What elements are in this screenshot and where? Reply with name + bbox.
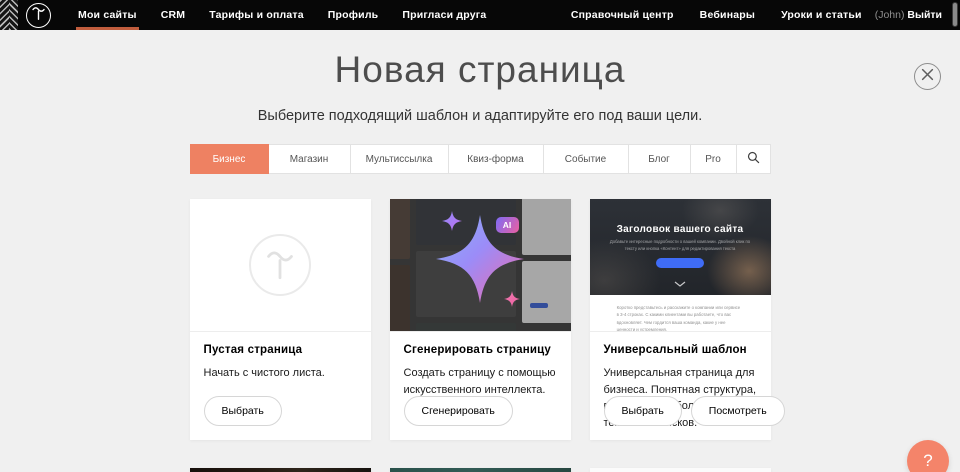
- close-icon: [921, 68, 934, 86]
- nav-item-crm[interactable]: CRM: [149, 0, 198, 30]
- user-name: (John): [875, 9, 905, 21]
- view-button[interactable]: Посмотреть: [691, 396, 785, 426]
- card-title: Пустая страница: [204, 344, 357, 356]
- card-description: Начать с чистого листа.: [204, 365, 357, 382]
- template-card-blank-page[interactable]: Пустая страница Начать с чистого листа. …: [190, 199, 371, 440]
- nav-item-help-center[interactable]: Справочный центр: [558, 0, 687, 30]
- preview-cta-button: [656, 258, 704, 268]
- card-actions: Сгенерировать: [404, 396, 513, 426]
- template-card-ai-generate[interactable]: AI Сгенерировать страницу Создать страни…: [390, 199, 571, 440]
- tab-store[interactable]: Магазин: [269, 145, 351, 173]
- template-preview: [390, 468, 571, 472]
- nav-item-profile[interactable]: Профиль: [316, 0, 391, 30]
- sparkle-small-icon: [504, 291, 520, 312]
- template-preview: [190, 468, 371, 472]
- tab-multilink[interactable]: Мультиссылка: [351, 145, 449, 173]
- card-body: Пустая страница Начать с чистого листа.: [190, 332, 371, 382]
- logout-label: Выйти: [907, 9, 942, 21]
- tab-business[interactable]: Бизнес: [190, 144, 269, 174]
- preview-heading: Заголовок вашего сайта: [590, 199, 771, 235]
- ai-generate-preview: AI: [390, 199, 571, 332]
- topbar: Мои сайты CRM Тарифы и оплата Профиль Пр…: [0, 0, 960, 30]
- help-button[interactable]: ?: [907, 440, 949, 472]
- search-icon: [747, 151, 760, 167]
- tab-quiz-form[interactable]: Квиз-форма: [449, 145, 544, 173]
- main-nav: Мои сайты CRM Тарифы и оплата Профиль Пр…: [66, 0, 498, 30]
- scrollbar-thumb[interactable]: [952, 2, 958, 27]
- window-edge-pattern: [0, 0, 18, 30]
- blank-page-preview: [190, 199, 371, 332]
- template-grid: Пустая страница Начать с чистого листа. …: [190, 199, 771, 472]
- template-card-partial[interactable]: [190, 468, 371, 472]
- preview-text-section: Коротко представьтесь и расскажите о ком…: [590, 295, 771, 332]
- question-icon: ?: [923, 451, 932, 471]
- logout-link[interactable]: (John) Выйти: [875, 9, 942, 21]
- preview-paragraph: Коротко представьтесь и расскажите о ком…: [617, 295, 744, 332]
- ai-badge: AI: [496, 217, 519, 233]
- preview-hero: Заголовок вашего сайта Добавьте интересн…: [590, 199, 771, 295]
- tilda-logo[interactable]: [26, 3, 51, 28]
- tab-search[interactable]: [737, 145, 770, 173]
- new-page-modal: Новая страница Выберите подходящий шабло…: [0, 49, 960, 472]
- page-subtitle: Выберите подходящий шаблон и адаптируйте…: [0, 108, 960, 124]
- select-button[interactable]: Выбрать: [604, 396, 682, 426]
- select-button[interactable]: Выбрать: [204, 396, 282, 426]
- card-title: Универсальный шаблон: [604, 344, 757, 356]
- card-actions: Выбрать Посмотреть: [604, 396, 785, 426]
- secondary-nav: Справочный центр Вебинары Уроки и статьи…: [558, 0, 960, 30]
- universal-template-preview: Заголовок вашего сайта Добавьте интересн…: [590, 199, 771, 332]
- template-preview: [590, 468, 771, 472]
- card-actions: Выбрать: [204, 396, 282, 426]
- card-title: Сгенерировать страницу: [404, 344, 557, 356]
- page-title: Новая страница: [0, 49, 960, 91]
- nav-item-invite-friend[interactable]: Пригласи друга: [390, 0, 498, 30]
- tab-pro[interactable]: Pro: [691, 145, 737, 173]
- chevron-down-icon: [674, 274, 686, 292]
- card-description: Создать страницу с помощью искусственног…: [404, 365, 557, 398]
- nav-item-lessons[interactable]: Уроки и статьи: [768, 0, 875, 30]
- tilda-mark-icon: [262, 245, 298, 286]
- template-card-partial[interactable]: [390, 468, 571, 472]
- template-card-partial[interactable]: [590, 468, 771, 472]
- template-card-universal[interactable]: Заголовок вашего сайта Добавьте интересн…: [590, 199, 771, 440]
- card-body: Сгенерировать страницу Создать страницу …: [390, 332, 571, 398]
- tilda-mark-circle: [249, 234, 311, 296]
- nav-item-webinars[interactable]: Вебинары: [687, 0, 768, 30]
- nav-item-my-sites[interactable]: Мои сайты: [66, 0, 149, 30]
- tilda-logo-icon: [30, 4, 47, 26]
- generate-button[interactable]: Сгенерировать: [404, 396, 513, 426]
- tab-event[interactable]: Событие: [544, 145, 629, 173]
- template-category-tabs: Бизнес Магазин Мультиссылка Квиз-форма С…: [190, 144, 771, 174]
- close-button[interactable]: [914, 63, 941, 90]
- nav-item-plans[interactable]: Тарифы и оплата: [197, 0, 316, 30]
- tab-blog[interactable]: Блог: [629, 145, 691, 173]
- preview-subtext: Добавьте интересные подробности о вашей …: [606, 239, 754, 252]
